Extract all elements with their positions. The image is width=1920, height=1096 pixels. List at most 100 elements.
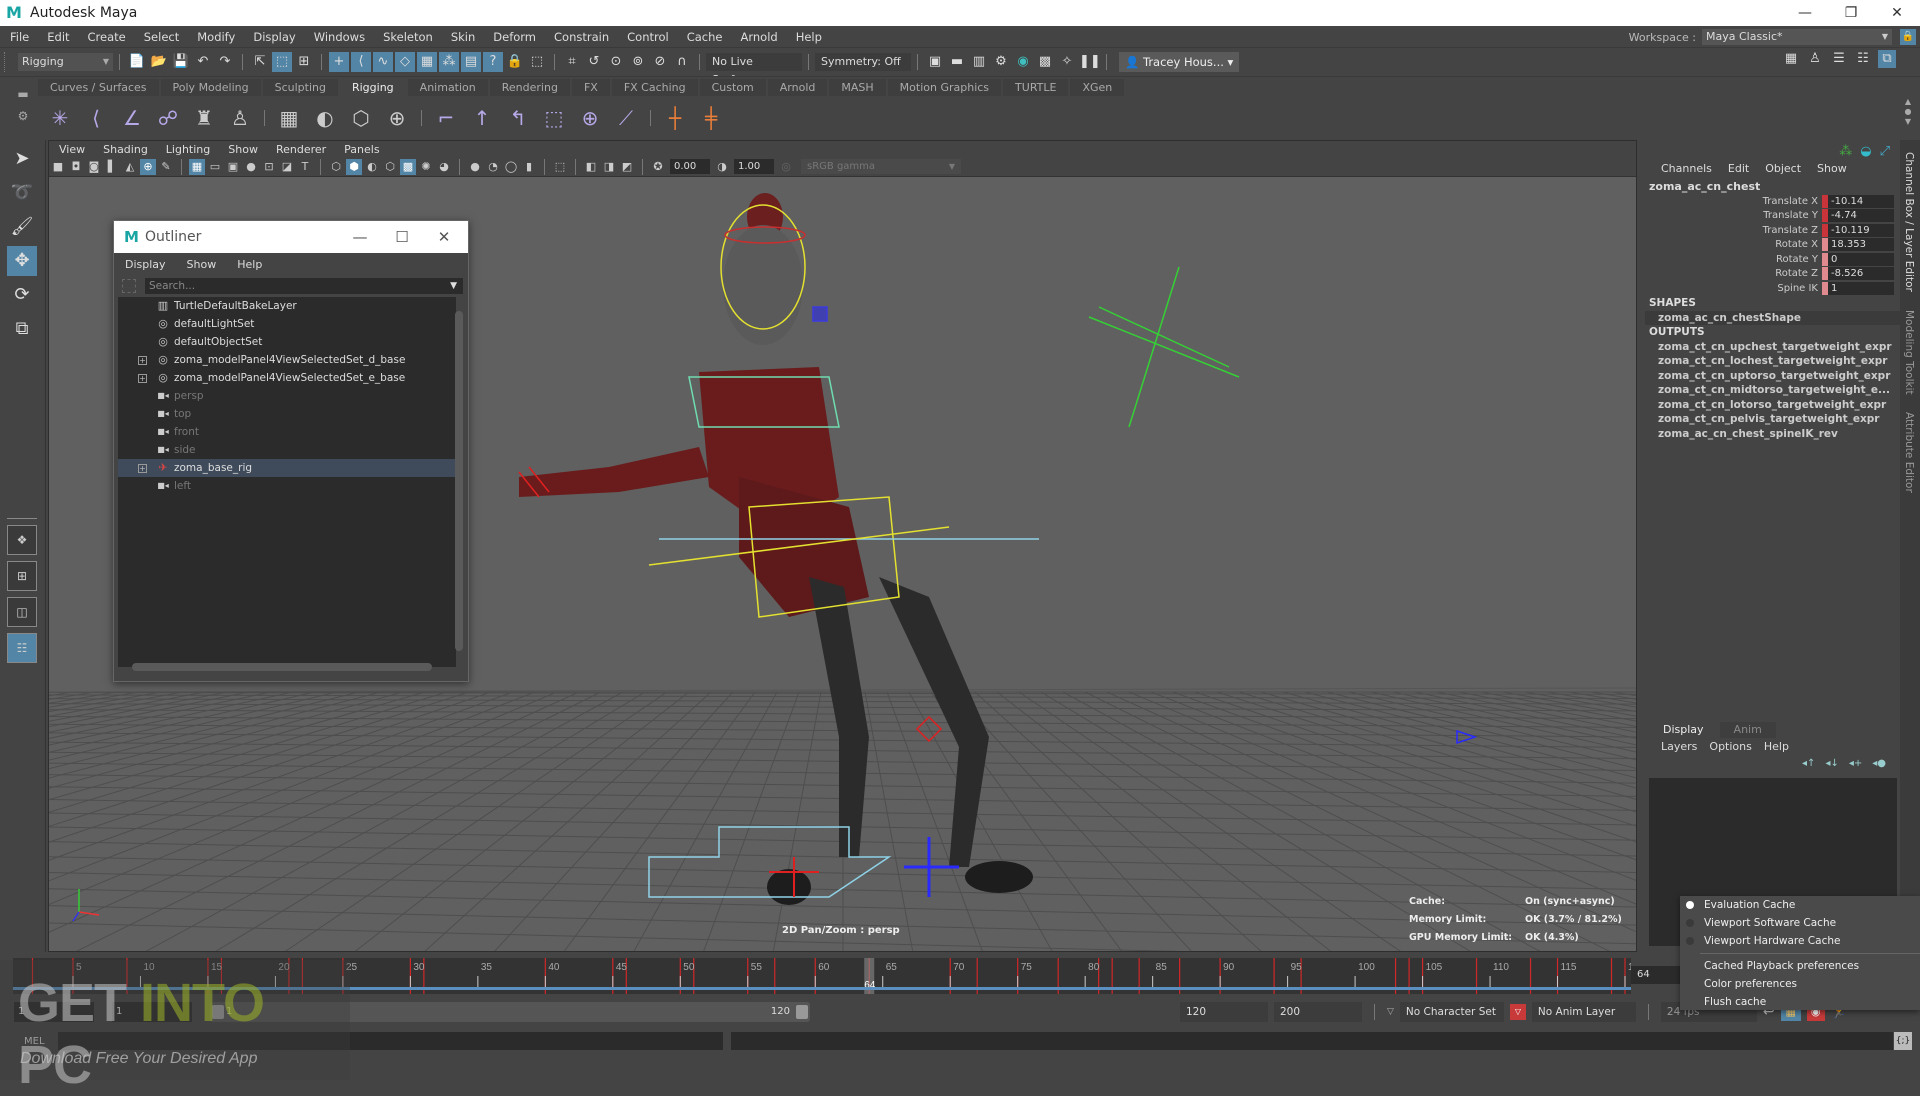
cache-menu-item[interactable]: Color preferences bbox=[1680, 975, 1920, 993]
channel-row[interactable]: Translate X -10.14 bbox=[1645, 194, 1900, 209]
channel-name[interactable]: Spine IK bbox=[1777, 283, 1818, 294]
scroll-thumb[interactable] bbox=[132, 663, 432, 671]
shelf-tab-rigging[interactable]: Rigging bbox=[339, 79, 406, 96]
select-tool-icon[interactable]: ➤ bbox=[7, 144, 37, 174]
undo-icon[interactable]: ↶ bbox=[193, 52, 213, 72]
layer-menu-options[interactable]: Options bbox=[1705, 740, 1759, 753]
shelf-tab-mash[interactable]: MASH bbox=[829, 79, 886, 96]
panel-menu-shading[interactable]: Shading bbox=[93, 143, 156, 156]
menu-set-dropdown[interactable]: Rigging bbox=[18, 53, 113, 71]
wireframe-on-shaded-icon[interactable]: ⬡ bbox=[382, 159, 398, 175]
menu-file[interactable]: File bbox=[0, 30, 37, 44]
select-camera-icon[interactable]: ■ bbox=[50, 159, 66, 175]
xray-components-icon[interactable]: ◩ bbox=[619, 159, 635, 175]
move-layer-up-icon[interactable]: ◂↑ bbox=[1802, 758, 1815, 769]
parent-constraint-icon[interactable]: ⌐ bbox=[431, 103, 461, 133]
expand-icon[interactable]: + bbox=[138, 373, 147, 383]
outliner-item[interactable]: ■◂ side bbox=[118, 441, 456, 459]
view-transform-dropdown[interactable]: sRGB gamma bbox=[801, 159, 961, 174]
cluster-icon[interactable]: ⊕ bbox=[382, 103, 412, 133]
outliner-layout-icon[interactable]: ☷ bbox=[7, 633, 37, 663]
anti-aliasing-icon[interactable]: ◯ bbox=[503, 159, 519, 175]
ipr-render-icon[interactable]: ▥ bbox=[969, 52, 989, 72]
select-component-icon[interactable]: ⊞ bbox=[294, 52, 314, 72]
snap-live-icon[interactable]: ⊘ bbox=[650, 52, 670, 72]
anim-layer-field[interactable]: No Anim Layer bbox=[1531, 1002, 1636, 1022]
modeling-toolkit-toggle-icon[interactable]: ▦ bbox=[1782, 50, 1800, 68]
menu-arnold[interactable]: Arnold bbox=[730, 30, 785, 44]
channel-name[interactable]: Translate X bbox=[1763, 196, 1818, 207]
gate-mask-icon[interactable]: ● bbox=[243, 159, 259, 175]
output-node[interactable]: zoma_ct_cn_midtorso_targetweight_e... bbox=[1645, 383, 1900, 398]
shelf-tab-sculpting[interactable]: Sculpting bbox=[262, 79, 338, 96]
shelf-menu-icon[interactable]: ▬ bbox=[14, 83, 32, 105]
channel-name[interactable]: Translate Y bbox=[1763, 210, 1818, 221]
channel-name[interactable]: Rotate X bbox=[1775, 239, 1818, 250]
cache-menu-item[interactable]: Flush cache bbox=[1680, 993, 1920, 1011]
field-chart-icon[interactable]: ⊡ bbox=[261, 159, 277, 175]
channel-value-field[interactable]: -8.526 bbox=[1828, 267, 1894, 281]
shelf-scroll[interactable]: ▲ ● ▼ bbox=[1902, 97, 1914, 127]
outliner-close-button[interactable]: ✕ bbox=[424, 221, 464, 253]
paint-select-tool-icon[interactable]: 🖌 bbox=[7, 212, 37, 242]
grip-handle[interactable] bbox=[4, 52, 8, 72]
new-scene-icon[interactable]: 📄 bbox=[127, 52, 147, 72]
2d-pan-zoom-icon[interactable]: ⊕ bbox=[140, 158, 156, 175]
select-misc-icon[interactable]: ? bbox=[483, 52, 503, 72]
create-joints-icon[interactable]: ⟨ bbox=[81, 103, 111, 133]
channel-value-field[interactable]: 18.353 bbox=[1828, 238, 1894, 252]
outliner-item[interactable]: ■◂ top bbox=[118, 405, 456, 423]
new-layer-selected-icon[interactable]: ◂● bbox=[1872, 758, 1886, 769]
camera-attributes-icon[interactable]: ◘ bbox=[68, 159, 84, 175]
select-deformations-icon[interactable]: ▦ bbox=[417, 52, 437, 72]
attribute-editor-toggle-icon[interactable]: ☰ bbox=[1830, 50, 1848, 68]
set-driven-key-icon[interactable]: ┼ bbox=[660, 103, 690, 133]
persp-outliner-layout-icon[interactable]: ◫ bbox=[7, 597, 37, 627]
playback-end-field[interactable]: 120 bbox=[1180, 1002, 1268, 1022]
shelf-tab-poly-modeling[interactable]: Poly Modeling bbox=[160, 79, 261, 96]
outliner-filter-icon[interactable] bbox=[122, 279, 136, 293]
channel-value-field[interactable]: 1 bbox=[1828, 281, 1894, 295]
hyper-icon[interactable]: ⤢ bbox=[1880, 144, 1890, 159]
speed-icon[interactable]: ◒ bbox=[1860, 144, 1871, 159]
minimize-button[interactable]: — bbox=[1782, 0, 1828, 26]
safe-action-icon[interactable]: ◪ bbox=[279, 159, 295, 175]
select-joints-icon[interactable]: ⟨ bbox=[351, 52, 371, 72]
hypershade-icon[interactable]: ◉ bbox=[1013, 52, 1033, 72]
output-node[interactable]: zoma_ct_cn_lochest_targetweight_expr bbox=[1645, 354, 1900, 369]
manipulator-icon[interactable]: ⁂ bbox=[1839, 144, 1852, 159]
panel-menu-lighting[interactable]: Lighting bbox=[156, 143, 218, 156]
channel-value-field[interactable]: -10.119 bbox=[1828, 223, 1894, 237]
xray-icon[interactable]: ◧ bbox=[583, 159, 599, 175]
layer-menu-layers[interactable]: Layers bbox=[1657, 740, 1705, 753]
channel-row[interactable]: Rotate Z -8.526 bbox=[1645, 267, 1900, 282]
maximize-button[interactable]: ❐ bbox=[1828, 0, 1874, 26]
cb-menu-edit[interactable]: Edit bbox=[1720, 162, 1757, 175]
outliner-search-input[interactable]: Search... bbox=[145, 278, 463, 294]
layer-tab-anim[interactable]: Anim bbox=[1719, 722, 1776, 738]
channel-value-field[interactable]: -4.74 bbox=[1828, 209, 1894, 223]
tab-channel-box-layer-editor[interactable]: Channel Box / Layer Editor bbox=[1903, 152, 1915, 292]
expand-icon[interactable]: + bbox=[138, 463, 147, 473]
workspace-dropdown[interactable]: Maya Classic* bbox=[1702, 29, 1892, 45]
snap-curve-icon[interactable]: ↺ bbox=[584, 52, 604, 72]
rotate-tool-icon[interactable]: ⟳ bbox=[7, 280, 37, 310]
select-handles-icon[interactable]: + bbox=[329, 52, 349, 72]
animation-end-field[interactable]: 200 bbox=[1274, 1002, 1362, 1022]
cb-menu-channels[interactable]: Channels bbox=[1653, 162, 1720, 175]
outliner-item[interactable]: + ◎ zoma_modelPanel4ViewSelectedSet_e_base bbox=[118, 369, 456, 387]
outliner-item[interactable]: + ✈ zoma_base_rig bbox=[118, 459, 456, 477]
xray-joints-icon[interactable]: ◨ bbox=[601, 159, 617, 175]
safe-title-icon[interactable]: T bbox=[297, 159, 313, 175]
outliner-item[interactable]: ■◂ front bbox=[118, 423, 456, 441]
channel-row[interactable]: Translate Y -4.74 bbox=[1645, 209, 1900, 224]
lattice-icon[interactable]: ⬡ bbox=[346, 103, 376, 133]
select-rendering-icon[interactable]: ▤ bbox=[461, 52, 481, 72]
panel-menu-panels[interactable]: Panels bbox=[334, 143, 387, 156]
textured-icon[interactable]: ▩ bbox=[400, 158, 416, 175]
shelf-tab-animation[interactable]: Animation bbox=[407, 79, 488, 96]
light-editor-icon[interactable]: ✧ bbox=[1057, 52, 1077, 72]
pole-vector-constraint-icon[interactable]: ⟋ bbox=[611, 103, 641, 133]
exposure-field[interactable]: 0.00 bbox=[670, 159, 710, 174]
outliner-menu-display[interactable]: Display bbox=[114, 258, 176, 271]
